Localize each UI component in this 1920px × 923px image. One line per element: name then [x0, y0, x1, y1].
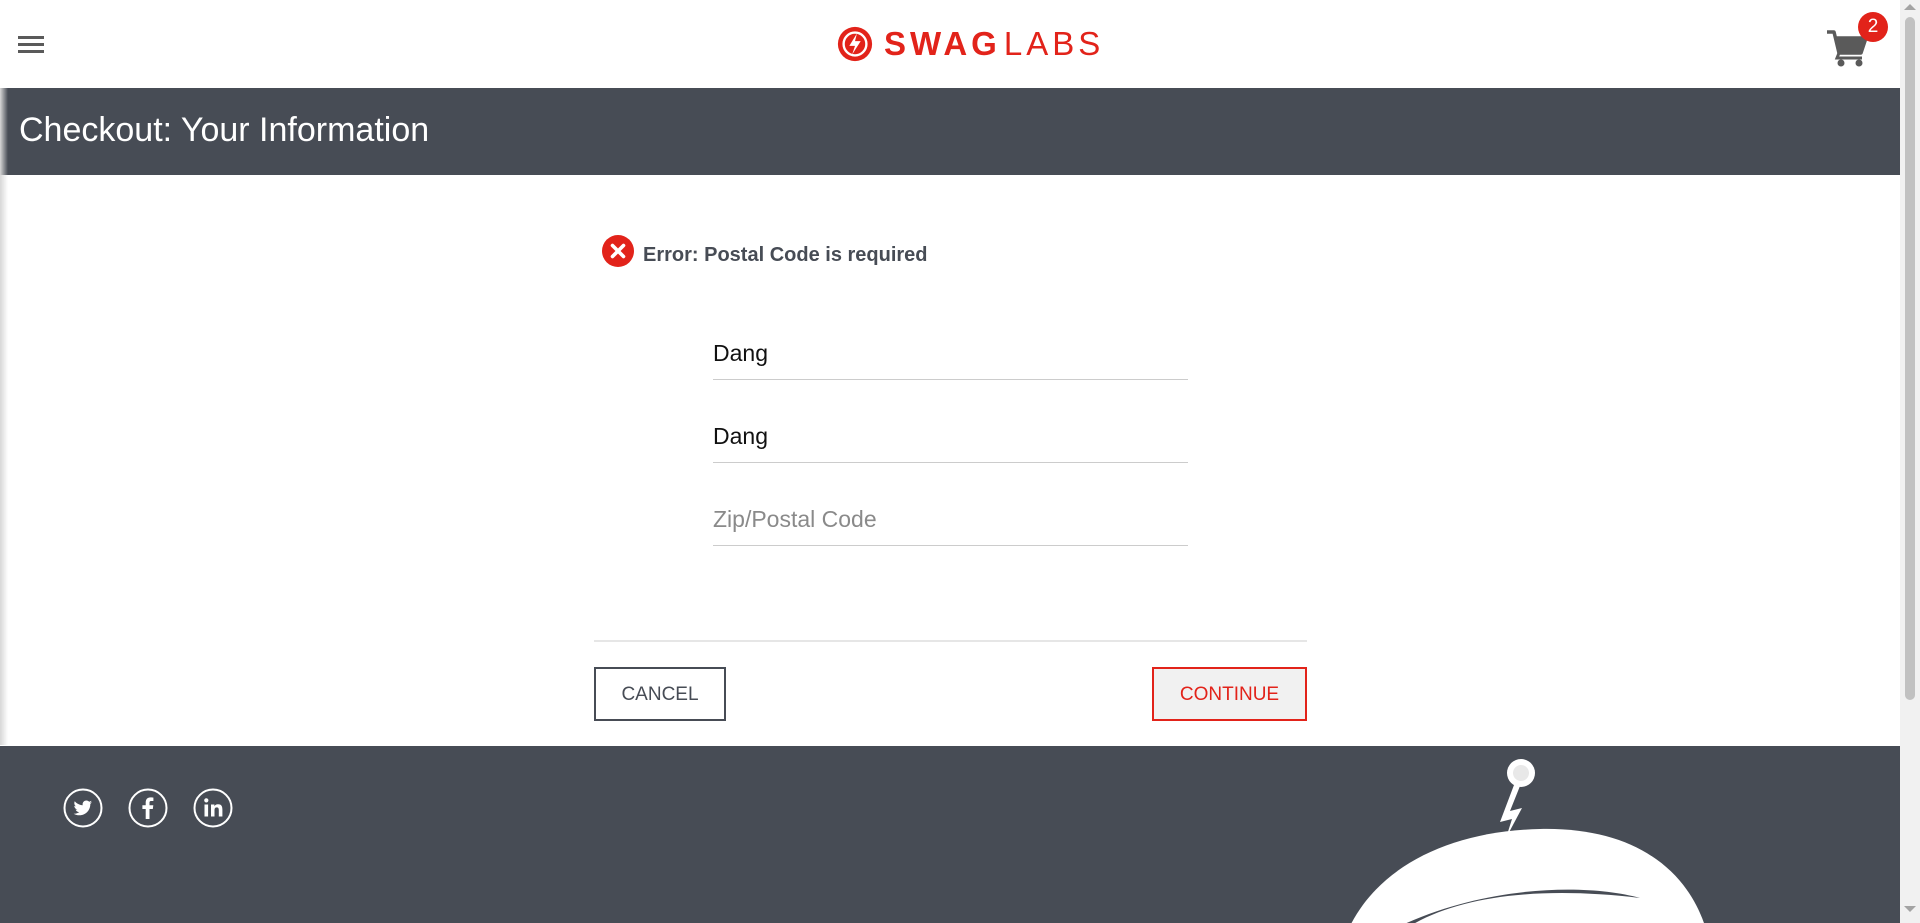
- menu-bar: [18, 43, 44, 46]
- form-divider: [594, 640, 1307, 642]
- facebook-icon[interactable]: [128, 788, 168, 828]
- menu-bar: [18, 36, 44, 39]
- logo-text-bold: SWAG: [884, 25, 1001, 62]
- swag-labs-logo-icon: [837, 26, 873, 62]
- scrollbar-thumb[interactable]: [1905, 17, 1915, 700]
- cart-badge[interactable]: 2: [1858, 12, 1888, 42]
- menu-bar: [18, 50, 44, 53]
- logo-text-light: LABS: [1003, 25, 1105, 62]
- error-message: Error: Postal Code is required: [643, 244, 928, 266]
- scroll-down-arrow-icon[interactable]: [1904, 906, 1916, 912]
- swag-labs-logo: SWAG LABS: [836, 24, 1104, 64]
- twitter-icon[interactable]: [63, 788, 103, 828]
- error-circle-x-icon[interactable]: [602, 235, 634, 267]
- swag-bot-footer-illustration: [1351, 759, 1704, 923]
- last-name-field[interactable]: [713, 411, 1188, 463]
- page: SWAG LABS 2 Checkout: Your Information E…: [0, 0, 1900, 923]
- left-edge-shadow: [0, 88, 8, 745]
- continue-button[interactable]: CONTINUE: [1152, 667, 1307, 721]
- scroll-up-arrow-icon[interactable]: [1904, 4, 1916, 10]
- postal-code-field[interactable]: [713, 494, 1188, 546]
- menu-button[interactable]: [18, 34, 44, 56]
- page-title: Checkout: Your Information: [19, 111, 430, 149]
- first-name-field[interactable]: [713, 328, 1188, 380]
- cancel-button[interactable]: CANCEL: [594, 667, 726, 721]
- linkedin-icon[interactable]: [193, 788, 233, 828]
